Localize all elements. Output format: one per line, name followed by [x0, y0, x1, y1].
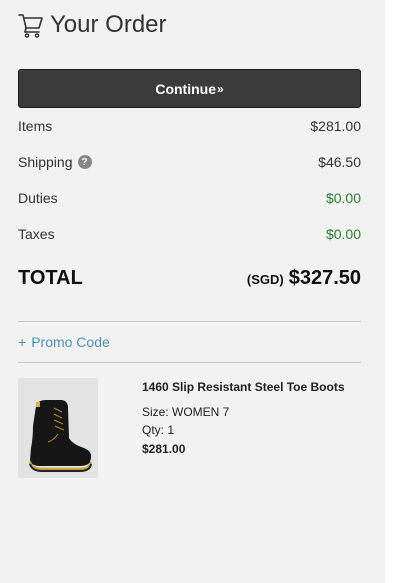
items-label: Items [18, 118, 53, 134]
shipping-value: $46.50 [318, 154, 361, 170]
shipping-label-group: Shipping ? [18, 154, 92, 170]
boot-image [18, 378, 98, 478]
shipping-row: Shipping ? $46.50 [18, 152, 361, 172]
items-row: Items $281.00 [18, 116, 361, 136]
divider [18, 321, 361, 322]
duties-label: Duties [18, 190, 58, 206]
promo-code-label: Promo Code [31, 334, 110, 350]
continue-button-label: Continue [155, 80, 216, 97]
total-label: TOTAL [18, 266, 83, 289]
page-title: Your Order [50, 11, 167, 38]
plus-icon: + [18, 334, 27, 350]
product-qty: Qty: 1 [142, 423, 175, 437]
shipping-label: Shipping [18, 154, 73, 170]
product-size: Size: WOMEN 7 [142, 405, 230, 419]
continue-button[interactable]: Continue » [18, 69, 361, 108]
product-name: 1460 Slip Resistant Steel Toe Boots [142, 380, 345, 394]
taxes-value: $0.00 [325, 226, 361, 242]
currency-code: (SGD) [246, 271, 284, 287]
help-icon[interactable]: ? [77, 155, 92, 169]
promo-code-link[interactable]: + Promo Code [18, 333, 110, 351]
order-header: Your Order [18, 10, 167, 40]
total-amount: $327.50 [288, 266, 361, 289]
product-price: $281.00 [142, 442, 186, 456]
order-summary-panel: Your Order Continue » Items $281.00 Ship… [0, 0, 385, 583]
taxes-row: Taxes $0.00 [18, 224, 361, 244]
duties-row: Duties $0.00 [18, 188, 361, 208]
items-value: $281.00 [310, 118, 361, 134]
taxes-label: Taxes [18, 226, 55, 242]
cart-icon [18, 12, 44, 38]
divider [18, 362, 361, 363]
duties-value: $0.00 [325, 190, 361, 206]
total-value-group: (SGD) $327.50 [247, 267, 361, 290]
total-row: TOTAL (SGD) $327.50 [18, 264, 361, 292]
double-chevron-right-icon: » [216, 81, 224, 96]
